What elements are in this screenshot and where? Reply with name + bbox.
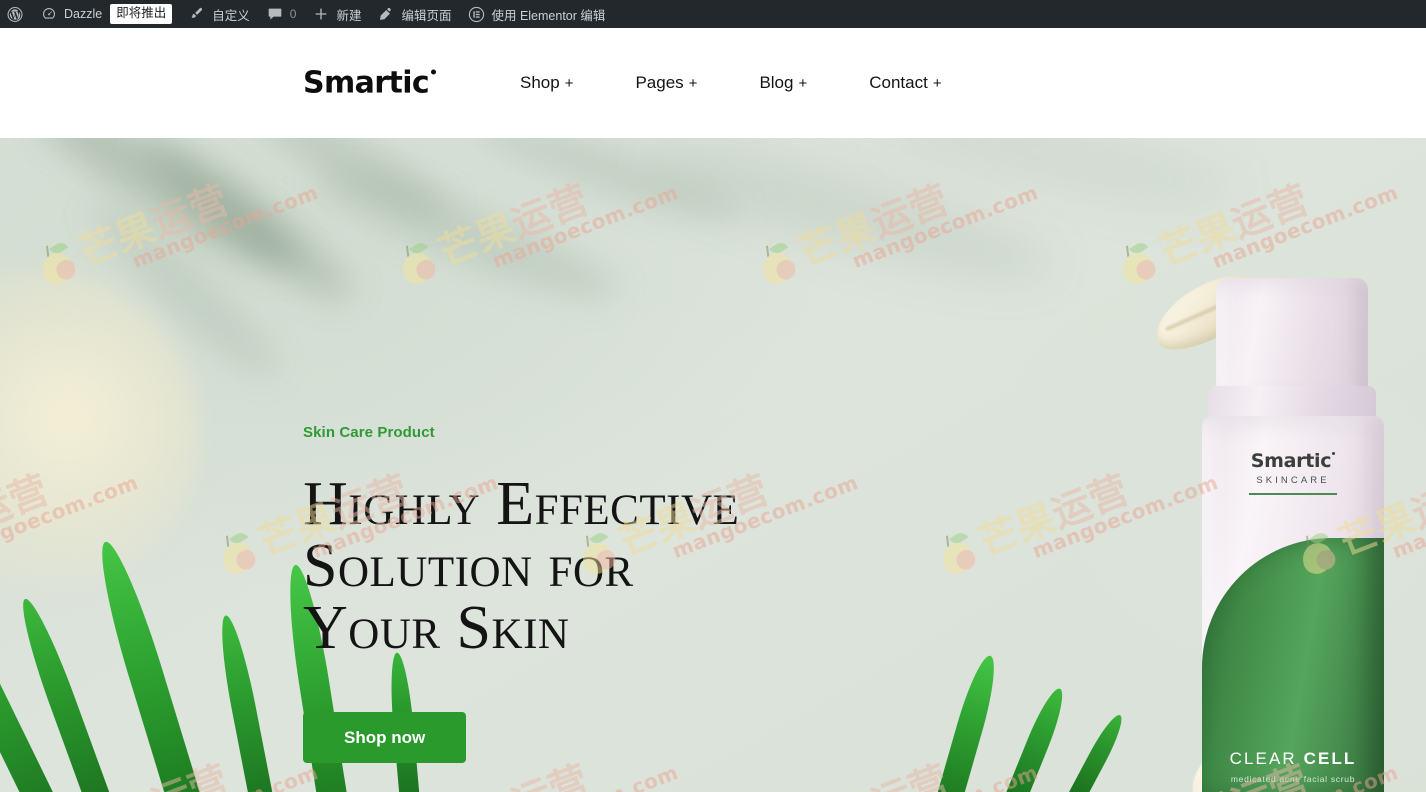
hero-title: Highly Effective Solution for Your Skin xyxy=(303,473,943,659)
comment-icon xyxy=(266,5,284,23)
bottle-product-tagline: medicated acne facial scrub xyxy=(1230,774,1356,784)
hero-eyebrow: Skin Care Product xyxy=(303,424,435,441)
bottle-brand-block: Smartic SKINCARE xyxy=(1202,450,1384,495)
hero-title-line-3: Your Skin xyxy=(303,594,570,662)
nav-item-shop-label: Shop xyxy=(520,73,560,92)
nav-item-pages[interactable]: Pages + xyxy=(635,73,728,93)
comment-count: 0 xyxy=(289,7,297,21)
bottle-brand-dot-icon xyxy=(1332,452,1336,455)
adminbar-new-label: 新建 xyxy=(336,8,362,23)
main-navigation: Shop + Pages + Blog + Contact + xyxy=(520,73,942,93)
page-root: Dazzle 即将推出 自定义 0 新建 编辑页面 使用 Elementor 编… xyxy=(0,0,1426,792)
bottle-product-name-bold: CELL xyxy=(1303,749,1357,768)
hero-section: Smartic SKINCARE CLEAR CELL medicated ac… xyxy=(0,138,1426,792)
nav-item-shop[interactable]: Shop + xyxy=(520,73,604,93)
adminbar-item-customize[interactable]: 自定义 xyxy=(180,0,258,28)
adminbar-item-comments[interactable]: 0 xyxy=(258,0,305,28)
adminbar-site-label: Dazzle xyxy=(64,7,103,21)
grass-blade-icon xyxy=(936,652,1003,792)
adminbar-edit-label: 编辑页面 xyxy=(401,8,452,23)
hero-title-line-2: Solution for xyxy=(303,532,634,600)
grass-blade-icon xyxy=(1067,711,1129,792)
nav-item-contact-label: Contact xyxy=(869,73,928,92)
bottle-divider xyxy=(1249,493,1337,495)
bottle-brand-subtitle: SKINCARE xyxy=(1256,475,1330,486)
chevron-plus-icon: + xyxy=(932,75,942,92)
adminbar-item-edit-page[interactable]: 编辑页面 xyxy=(369,0,459,28)
coming-soon-badge: 即将推出 xyxy=(110,4,173,24)
bottle-brand-name: Smartic xyxy=(1250,450,1336,472)
grass-blade-icon xyxy=(89,536,202,792)
grass-blade-icon xyxy=(213,613,274,792)
brush-icon xyxy=(188,5,206,23)
plus-icon xyxy=(312,5,330,23)
product-bottle-image: Smartic SKINCARE CLEAR CELL medicated ac… xyxy=(1144,261,1398,792)
nav-item-blog[interactable]: Blog + xyxy=(759,73,838,93)
adminbar-item-new[interactable]: 新建 xyxy=(304,0,369,28)
chevron-plus-icon: + xyxy=(798,75,808,92)
chevron-plus-icon: + xyxy=(688,75,698,92)
dashboard-icon xyxy=(40,5,58,23)
bottle-brand-text: Smartic xyxy=(1250,450,1332,472)
bottle-product-name: CLEAR CELL xyxy=(1202,749,1384,769)
wp-admin-bar: Dazzle 即将推出 自定义 0 新建 编辑页面 使用 Elementor 编… xyxy=(0,0,1426,28)
site-logo-text: Smartic xyxy=(303,65,430,101)
site-header: Smartic Shop + Pages + Blog + Contact + xyxy=(0,28,1426,138)
hero-title-line-1: Highly Effective xyxy=(303,470,740,538)
adminbar-customize-label: 自定义 xyxy=(212,8,250,23)
adminbar-item-site-name[interactable]: Dazzle 即将推出 xyxy=(32,0,180,28)
bottle-product-block: CLEAR CELL medicated acne facial scrub xyxy=(1202,749,1384,784)
nav-item-contact[interactable]: Contact + xyxy=(869,73,941,93)
bottle-product-name-light: CLEAR xyxy=(1229,749,1304,768)
hero-copy: Skin Care Product Highly Effective Solut… xyxy=(303,424,943,763)
shop-now-button[interactable]: Shop now xyxy=(303,712,467,763)
grass-blade-icon xyxy=(1004,684,1071,792)
wordpress-logo-icon xyxy=(6,5,24,23)
chevron-plus-icon: + xyxy=(564,75,574,92)
elementor-icon xyxy=(467,5,485,23)
bottle-body: Smartic SKINCARE CLEAR CELL medicated ac… xyxy=(1202,416,1384,792)
adminbar-elementor-label: 使用 Elementor 编辑 xyxy=(491,8,606,23)
pencil-icon xyxy=(377,5,395,23)
wp-logo-button[interactable] xyxy=(0,0,32,28)
nav-item-blog-label: Blog xyxy=(759,73,794,92)
site-logo[interactable]: Smartic xyxy=(303,65,437,101)
adminbar-item-elementor[interactable]: 使用 Elementor 编辑 xyxy=(459,0,613,28)
logo-dot-icon xyxy=(431,69,437,75)
nav-item-pages-label: Pages xyxy=(635,73,684,92)
